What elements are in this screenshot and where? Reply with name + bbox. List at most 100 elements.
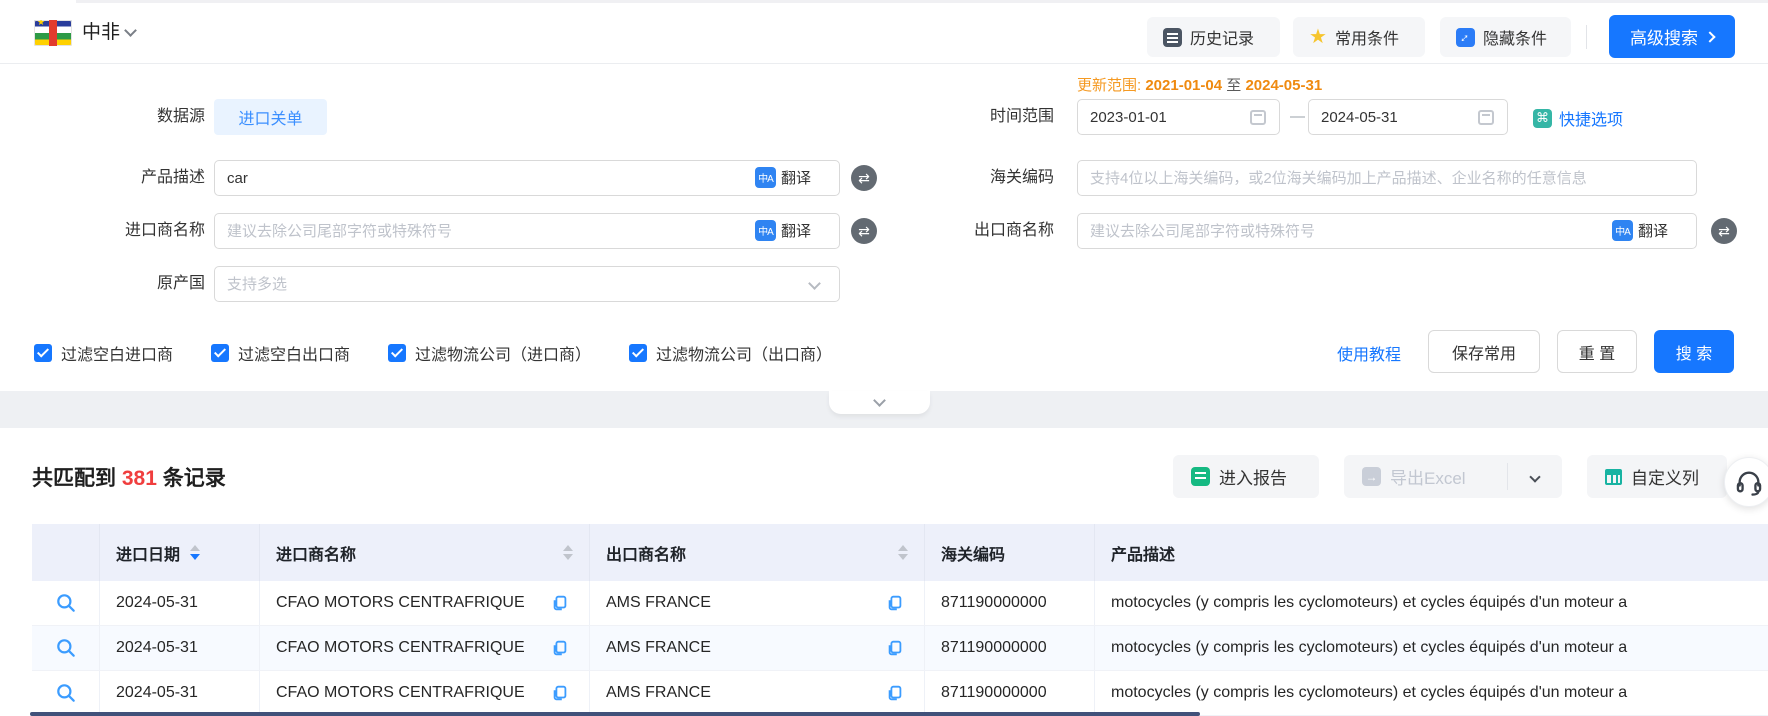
- header-product-description: 产品描述: [1095, 524, 1768, 581]
- customer-service-button[interactable]: [1724, 457, 1768, 507]
- importer-name-label: 进口商名称: [0, 213, 205, 249]
- magnifier-icon[interactable]: [55, 637, 77, 659]
- results-table: 进口日期 进口商名称 出口商名称 海关编码 产品描述 2024-05: [32, 524, 1768, 716]
- history-button[interactable]: 历史记录: [1147, 17, 1280, 57]
- exporter-cell: AMS FRANCE: [590, 626, 925, 670]
- product-description-cell: motocycles (y compris les cyclomoteurs) …: [1095, 581, 1768, 625]
- quick-options-label: 快捷选项: [1559, 106, 1623, 130]
- country-selector-label[interactable]: 中非: [82, 20, 120, 46]
- copy-icon[interactable]: [551, 594, 569, 612]
- calendar-icon[interactable]: [1478, 110, 1494, 125]
- copy-icon[interactable]: [886, 639, 904, 657]
- copy-icon[interactable]: [551, 639, 569, 657]
- history-icon: [1163, 28, 1182, 47]
- swap-language-icon[interactable]: ⇄: [851, 218, 877, 244]
- copy-icon[interactable]: [886, 594, 904, 612]
- import-date-cell: 2024-05-31: [100, 581, 260, 625]
- checkbox-filter-blank-exporter[interactable]: 过滤空白出口商: [211, 341, 350, 365]
- horizontal-scrollbar-thumb[interactable]: [30, 712, 1200, 716]
- customize-columns-button[interactable]: 自定义列: [1587, 455, 1727, 498]
- product-description-input[interactable]: [214, 160, 840, 196]
- central-african-republic-flag-icon: ★: [34, 20, 72, 46]
- favorite-conditions-button[interactable]: ★ 常用条件: [1293, 17, 1425, 57]
- checkbox-filter-blank-importer[interactable]: 过滤空白进口商: [34, 341, 173, 365]
- row-detail-cell[interactable]: [32, 671, 100, 715]
- sort-icons[interactable]: [898, 545, 908, 560]
- origin-country-label: 原产国: [0, 266, 205, 302]
- data-source-label: 数据源: [0, 99, 205, 135]
- import-date-cell: 2024-05-31: [100, 671, 260, 715]
- copy-icon[interactable]: [551, 684, 569, 702]
- results-summary: 共匹配到 381 条记录: [32, 462, 226, 492]
- export-options-dropdown[interactable]: [1508, 455, 1562, 498]
- magnifier-icon[interactable]: [55, 592, 77, 614]
- header-import-date[interactable]: 进口日期: [100, 524, 260, 581]
- star-icon: ★: [1309, 28, 1327, 47]
- history-button-label: 历史记录: [1190, 25, 1254, 49]
- headset-icon: [1735, 468, 1763, 496]
- importer-cell: CFAO MOTORS CENTRAFRIQUE: [260, 581, 590, 625]
- header-hs-code: 海关编码: [925, 524, 1095, 581]
- update-range-text: 更新范围: 2021-01-04 至 2024-05-31: [1077, 74, 1322, 95]
- row-detail-cell[interactable]: [32, 581, 100, 625]
- header-exporter-name[interactable]: 出口商名称: [590, 524, 925, 581]
- swap-language-icon[interactable]: ⇄: [851, 165, 877, 191]
- topbar-divider: [1586, 25, 1587, 49]
- tutorial-link[interactable]: 使用教程: [1337, 341, 1401, 365]
- row-detail-cell[interactable]: [32, 626, 100, 670]
- hs-code-input[interactable]: [1077, 160, 1697, 196]
- header-detail-column: [32, 524, 100, 581]
- reset-button[interactable]: 重 置: [1557, 330, 1637, 373]
- checkbox-checked-icon: [211, 344, 229, 362]
- save-conditions-button[interactable]: 保存常用: [1428, 330, 1540, 373]
- calendar-icon[interactable]: [1250, 110, 1266, 125]
- command-icon: ⌘: [1533, 109, 1552, 128]
- checkbox-filter-logistics-importer[interactable]: 过滤物流公司（进口商）: [388, 341, 591, 365]
- swap-language-icon[interactable]: ⇄: [1711, 218, 1737, 244]
- checkbox-checked-icon: [388, 344, 406, 362]
- enter-report-button[interactable]: 进入报告: [1173, 455, 1319, 498]
- quick-options-link[interactable]: ⌘ 快捷选项: [1533, 106, 1623, 130]
- hs-code-cell: 871190000000: [925, 671, 1095, 715]
- exporter-name-label: 出口商名称: [884, 213, 1054, 249]
- flag-star: ★: [37, 20, 45, 28]
- table-header-row: 进口日期 进口商名称 出口商名称 海关编码 产品描述: [32, 524, 1768, 581]
- table-row[interactable]: 2024-05-31 CFAO MOTORS CENTRAFRIQUE AMS …: [32, 671, 1768, 716]
- exporter-name-input[interactable]: [1077, 213, 1697, 249]
- sort-icons[interactable]: [190, 545, 200, 560]
- hs-code-label: 海关编码: [884, 160, 1054, 196]
- copy-icon[interactable]: [886, 684, 904, 702]
- import-date-cell: 2024-05-31: [100, 626, 260, 670]
- exporter-cell: AMS FRANCE: [590, 581, 925, 625]
- translate-button[interactable]: 中A 翻译: [755, 220, 811, 241]
- importer-cell: CFAO MOTORS CENTRAFRIQUE: [260, 671, 590, 715]
- translate-button[interactable]: 中A 翻译: [755, 167, 811, 188]
- data-source-tab-import-declaration[interactable]: 进口关单: [214, 99, 327, 135]
- checkbox-filter-logistics-exporter[interactable]: 过滤物流公司（出口商）: [629, 341, 832, 365]
- table-row[interactable]: 2024-05-31 CFAO MOTORS CENTRAFRIQUE AMS …: [32, 581, 1768, 626]
- origin-country-select[interactable]: [214, 266, 840, 302]
- product-description-cell: motocycles (y compris les cyclomoteurs) …: [1095, 671, 1768, 715]
- hs-code-cell: 871190000000: [925, 626, 1095, 670]
- table-columns-icon: [1605, 469, 1622, 485]
- time-range-label: 时间范围: [884, 99, 1054, 135]
- search-button[interactable]: 搜 索: [1654, 330, 1734, 373]
- update-range-end: 2024-05-31: [1245, 77, 1322, 94]
- collapse-icon: ↕: [1456, 28, 1475, 47]
- importer-name-input[interactable]: [214, 213, 840, 249]
- header-importer-name[interactable]: 进口商名称: [260, 524, 590, 581]
- hide-conditions-button[interactable]: ↕ 隐藏条件: [1440, 17, 1571, 57]
- export-excel-button[interactable]: → 导出Excel: [1344, 455, 1507, 498]
- export-excel-button-group: → 导出Excel: [1344, 455, 1562, 498]
- chevron-right-icon: [1704, 31, 1715, 42]
- translate-icon: 中A: [1612, 220, 1633, 241]
- translate-button[interactable]: 中A 翻译: [1612, 220, 1668, 241]
- hs-code-cell: 871190000000: [925, 581, 1095, 625]
- collapse-panel-tab[interactable]: [829, 391, 930, 414]
- advanced-search-button[interactable]: 高级搜索: [1609, 15, 1735, 58]
- exporter-cell: AMS FRANCE: [590, 671, 925, 715]
- chevron-down-icon[interactable]: [124, 24, 137, 37]
- sort-icons[interactable]: [563, 545, 573, 560]
- table-row[interactable]: 2024-05-31 CFAO MOTORS CENTRAFRIQUE AMS …: [32, 626, 1768, 671]
- magnifier-icon[interactable]: [55, 682, 77, 704]
